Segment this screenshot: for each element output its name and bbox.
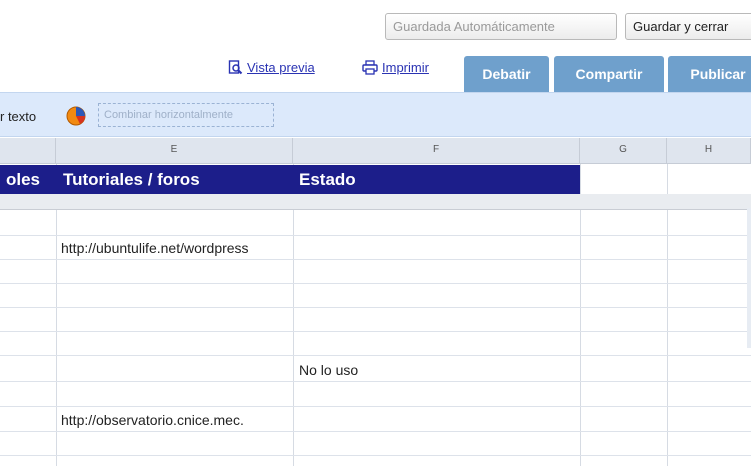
column-header-d[interactable]: [0, 138, 56, 164]
row-line: [0, 331, 751, 332]
row-line: [0, 259, 751, 260]
print-link[interactable]: Imprimir: [362, 60, 429, 78]
header-cell-tutoriales[interactable]: Tutoriales / foros: [63, 165, 291, 194]
row-line: [0, 235, 751, 236]
print-label: Imprimir: [382, 60, 429, 75]
tab-compartir[interactable]: Compartir: [554, 56, 664, 92]
merge-horizontally-button[interactable]: Combinar horizontalmente: [98, 103, 274, 127]
row-line: [0, 355, 751, 356]
frozen-row-separator: [0, 194, 751, 210]
preview-icon: [228, 60, 243, 78]
column-header-e[interactable]: E: [56, 138, 293, 164]
preview-label: Vista previa: [247, 60, 315, 75]
cell-e-observatorio[interactable]: http://observatorio.cnice.mec.: [61, 409, 291, 431]
tab-publicar[interactable]: Publicar: [668, 56, 751, 92]
column-header-f[interactable]: F: [293, 138, 580, 164]
cell-e-ubuntulife[interactable]: http://ubuntulife.net/wordpress: [61, 237, 291, 259]
cell-f-no-lo-uso[interactable]: No lo uso: [299, 359, 577, 381]
preview-link[interactable]: Vista previa: [228, 60, 315, 78]
row-line: [0, 283, 751, 284]
row-line: [0, 431, 751, 432]
header-cell-d[interactable]: oles: [6, 165, 54, 194]
printer-icon: [362, 60, 378, 78]
row-line: [0, 381, 751, 382]
autosaved-button[interactable]: Guardada Automáticamente: [385, 13, 617, 40]
tab-debatir[interactable]: Debatir: [464, 56, 549, 92]
header-cell-estado[interactable]: Estado: [299, 165, 577, 194]
column-header-h[interactable]: H: [667, 138, 751, 164]
row-line: [0, 455, 751, 456]
column-header-g[interactable]: G: [580, 138, 667, 164]
row-line: [0, 406, 751, 407]
chart-icon[interactable]: [66, 106, 86, 131]
save-and-close-button[interactable]: Guardar y cerrar: [625, 13, 751, 40]
column-header-row: E F G H: [0, 138, 751, 164]
vertical-scrollbar[interactable]: [747, 208, 751, 348]
row-line: [0, 307, 751, 308]
table-header-row: oles Tutoriales / foros Estado: [0, 165, 580, 194]
wrap-text-button[interactable]: r texto: [0, 109, 36, 124]
toolbar: r texto Combinar horizontalmente: [0, 92, 751, 137]
